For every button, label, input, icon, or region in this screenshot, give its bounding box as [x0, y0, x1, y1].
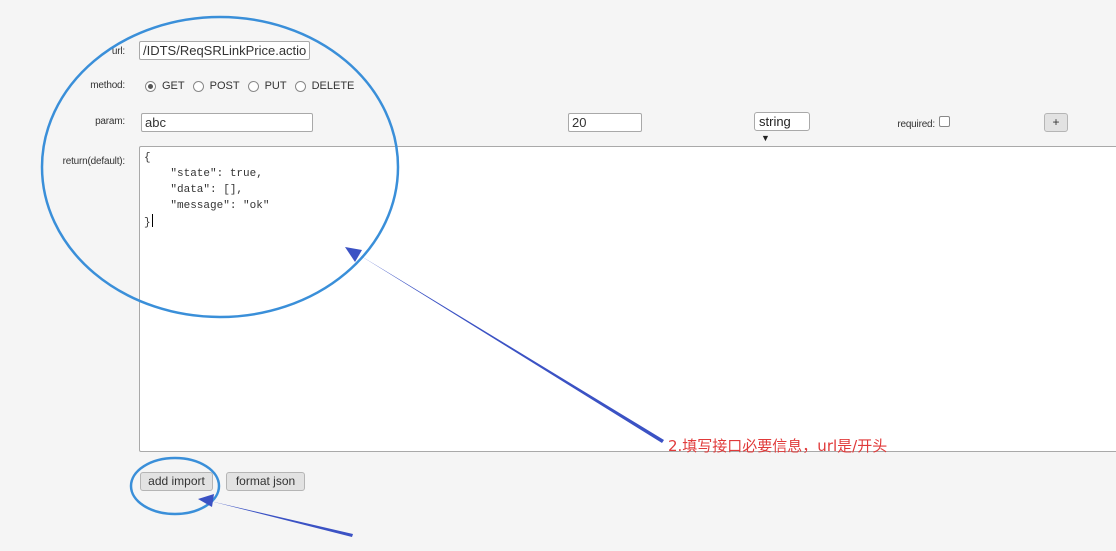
chevron-down-icon: ▼	[761, 133, 770, 143]
radio-button[interactable]	[192, 80, 204, 92]
method-label: method:	[90, 80, 125, 91]
url-label: url:	[111, 46, 125, 57]
radio-button[interactable]	[294, 80, 306, 92]
format-json-button[interactable]: format json	[226, 472, 305, 491]
method-option-delete[interactable]: DELETE	[294, 80, 355, 92]
code-line: "message": "ok"	[144, 200, 270, 212]
param-label: param:	[95, 116, 125, 127]
radio-button[interactable]	[247, 80, 259, 92]
code-line: "data": [],	[144, 184, 244, 196]
code-line: "state": true,	[144, 168, 263, 180]
param-length-input[interactable]: 20	[568, 113, 642, 132]
text-caret	[151, 214, 153, 227]
method-option-label: PUT	[264, 80, 287, 92]
method-option-put[interactable]: PUT	[247, 80, 287, 92]
required-checkbox[interactable]	[939, 116, 950, 127]
param-type-value: string	[759, 114, 791, 129]
arrow-head-lower	[198, 494, 214, 507]
required-label: required:	[897, 119, 935, 130]
param-type-select[interactable]: string ▼	[754, 112, 810, 143]
param-name-input[interactable]: abc	[141, 113, 313, 132]
method-option-label: DELETE	[311, 80, 355, 92]
method-option-post[interactable]: POST	[192, 80, 240, 92]
add-import-button[interactable]: add import	[140, 472, 213, 491]
url-input[interactable]: /IDTS/ReqSRLinkPrice.actio	[139, 41, 310, 60]
add-param-button[interactable]: +	[1044, 113, 1068, 132]
annotation-text: 2.填写接口必要信息，url是/开头	[668, 437, 888, 455]
method-option-label: GET	[162, 80, 185, 92]
method-radio-group: GET POST PUT DELETE	[145, 79, 362, 93]
return-label: return(default):	[62, 156, 126, 167]
arrow-shaft-lower	[210, 501, 353, 537]
code-line-text: }	[144, 217, 151, 229]
radio-button[interactable]	[145, 80, 156, 92]
code-line: {	[144, 152, 151, 164]
return-json-textarea[interactable]: { "state": true, "data": [], "message": …	[139, 146, 1116, 452]
method-option-label: POST	[209, 80, 240, 92]
code-line-last: }	[144, 214, 1116, 230]
method-option-get[interactable]: GET	[145, 80, 185, 92]
